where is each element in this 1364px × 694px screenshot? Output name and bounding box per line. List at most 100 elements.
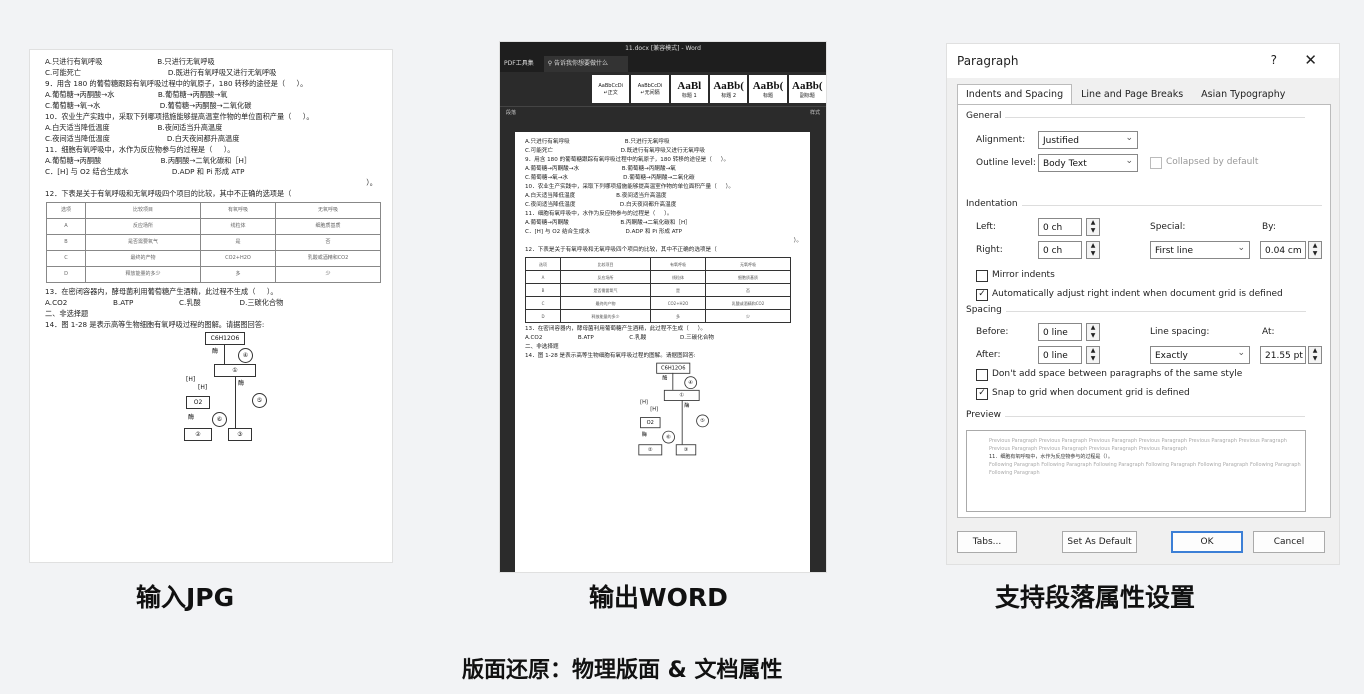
diagram-box-2: ② <box>638 444 663 456</box>
table-cell: 少 <box>275 266 381 283</box>
doc-line: C.葡萄糖→氧→水 D.葡萄糖→丙酮酸→二氧化碳 <box>45 101 252 110</box>
section-spacing: Spacing <box>966 305 1305 315</box>
doc-line: A.葡萄糖→丙酮酸→水 B.葡萄糖→丙酮酸→氧 <box>45 90 228 99</box>
ribbon-group-labels: 段落 样式 <box>500 107 826 119</box>
at-input[interactable]: 21.55 pt <box>1260 346 1306 364</box>
style-normal[interactable]: AaBbCcDi ↵正文 <box>592 75 630 103</box>
help-button[interactable]: ? <box>1271 53 1277 67</box>
style-name: 副标题 <box>799 92 815 99</box>
line-spacing-select[interactable]: Exactly <box>1150 344 1250 364</box>
word-title-bar: 11.docx [兼容模式] - Word <box>500 42 826 56</box>
table-cell: 比较项目 <box>560 257 651 271</box>
doc-line: A.白天适当降低温度 B.夜间适当升高温度 <box>525 193 667 199</box>
section-general: General <box>966 111 1311 121</box>
preview-previous: Previous Paragraph Previous Paragraph Pr… <box>989 438 1287 452</box>
tell-me-search[interactable]: ⚲ 告诉我你想要做什么 <box>543 56 629 72</box>
diagram-label-4: ④ <box>238 348 253 363</box>
left-indent-label: Left: <box>976 222 996 232</box>
set-default-button[interactable]: Set As Default <box>1062 531 1137 553</box>
after-input[interactable]: 0 line <box>1038 346 1082 364</box>
by-spinner[interactable]: ▲ ▼ <box>1308 241 1322 259</box>
preview-current: 11．细胞有氧呼吸中，水作为反应物参与的过程是（）。 <box>989 454 1113 460</box>
doc-line: C.可能死亡 D.既进行有氧呼吸又进行无氧呼吸 <box>525 148 706 154</box>
snap-to-grid-label: Snap to grid when document grid is defin… <box>992 388 1190 398</box>
tab-pdf-tools[interactable]: PDF工具集 <box>504 56 534 72</box>
style-title[interactable]: AaBb(标题 <box>749 75 787 103</box>
tabs-button[interactable]: Tabs... <box>957 531 1017 553</box>
close-icon[interactable]: ✕ <box>1304 51 1317 69</box>
table-cell: D <box>46 266 86 283</box>
doc-line: 14．图 1-28 是表示高等生物细胞有氧呼吸过程的图解。请据图回答: <box>525 353 696 359</box>
style-no-spacing[interactable]: AaBbCcDi ↵无间隔 <box>631 75 669 103</box>
diagram-label-4: ④ <box>684 376 698 390</box>
ok-button[interactable]: OK <box>1171 531 1243 553</box>
caption-output: 输出WORD <box>589 583 728 612</box>
collapsed-checkbox[interactable] <box>1150 157 1162 169</box>
doc-line: 9．用含 180 的葡萄糖跟踪有氧呼吸过程中的氧原子，180 转移的途径是（ ）… <box>525 157 730 163</box>
diagram-box-3: ③ <box>228 428 252 441</box>
table-cell: B <box>525 283 561 297</box>
before-input[interactable]: 0 line <box>1038 323 1082 341</box>
after-label: After: <box>976 350 1001 360</box>
table-cell: 少 <box>705 309 791 323</box>
diagram-o2-box: O2 <box>186 396 210 409</box>
table-cell: 释放能量的多少 <box>560 309 651 323</box>
dialog-title-bar: Paragraph ? ✕ <box>947 44 1339 78</box>
alignment-select[interactable]: Justified <box>1038 129 1138 149</box>
mirror-indents-label: Mirror indents <box>992 270 1055 280</box>
doc-line: A.葡萄糖→丙酮酸→水 B.葡萄糖→丙酮酸→氧 <box>525 166 676 172</box>
right-indent-label: Right: <box>976 245 1003 255</box>
doc-line: 10．农业生产实践中，采取下列哪项措施能够提高温室作物的单位面积产量（ ）。 <box>525 184 734 190</box>
doc-line: 13．在密闭容器内，酵母菌利用葡萄糖产生酒精，此过程不生成（ ）。 <box>45 287 278 296</box>
table-cell: D <box>525 309 561 323</box>
left-indent-spinner[interactable]: ▲ ▼ <box>1086 218 1100 236</box>
outline-level-select[interactable]: Body Text <box>1038 152 1138 172</box>
left-indent-input[interactable]: 0 ch <box>1038 218 1082 236</box>
tab-line-page-breaks[interactable]: Line and Page Breaks <box>1072 84 1192 105</box>
diagram-enzyme-label: 酶 <box>188 414 195 421</box>
style-heading-1[interactable]: AaBl 标题 1 <box>670 75 708 103</box>
line-spacing-label: Line spacing: <box>1150 327 1210 337</box>
doc-line: C.夜间适当降低温度 D.白天夜间都升高温度 <box>525 202 677 208</box>
caption-support: 支持段落属性设置 <box>995 583 1196 612</box>
table-cell: 乳酸或酒精和CO2 <box>705 296 791 310</box>
alignment-label: Alignment: <box>976 135 1026 145</box>
style-subtitle[interactable]: AaBb(副标题 <box>788 75 826 103</box>
auto-adjust-checkbox[interactable]: ✓ <box>976 289 988 301</box>
snap-to-grid-checkbox[interactable]: ✓ <box>976 388 988 400</box>
word-ribbon-tabs: PDF工具集 ⚲ 告诉我你想要做什么 <box>500 56 826 72</box>
style-heading-2[interactable]: AaBb(标题 2 <box>709 75 748 103</box>
after-spinner[interactable]: ▲ ▼ <box>1086 346 1100 364</box>
styles-gallery: AaBbCcDi ↵正文 AaBbCcDi ↵无间隔 AaBl 标题 1 AaBb(标… <box>500 72 826 107</box>
doc-line: A.只进行有氧呼吸 B.只进行无氧呼吸 <box>525 139 670 145</box>
style-preview: AaBb( <box>752 79 784 92</box>
doc-line: A.葡萄糖→丙酮酸 B.丙酮酸→二氧化碳和［H］ <box>525 220 691 226</box>
scanned-document: A.只进行有氧呼吸 B.只进行无氧呼吸 C.可能死亡 D.既进行有氧呼吸又进行无… <box>30 50 392 450</box>
table-cell: 多 <box>200 266 276 283</box>
before-spinner[interactable]: ▲ ▼ <box>1086 323 1100 341</box>
at-spinner[interactable]: ▲ ▼ <box>1308 346 1322 364</box>
group-styles-label: 样式 <box>809 110 820 116</box>
table-cell: 细胞质基质 <box>275 218 381 235</box>
doc-line: C.夜间适当降低温度 D.白天夜间都升高温度 <box>45 134 240 143</box>
doc-line-trail: ）。 <box>793 238 802 244</box>
mirror-indents-checkbox[interactable] <box>976 270 988 282</box>
tab-indents-spacing[interactable]: Indents and Spacing <box>957 84 1073 105</box>
table-cell: 有氧呼吸 <box>650 257 706 271</box>
doc-line: A.CO2 B.ATP C.乳酸 D.三碳化合物 <box>525 335 715 341</box>
right-indent-spinner[interactable]: ▲ ▼ <box>1086 241 1100 259</box>
right-indent-input[interactable]: 0 ch <box>1038 241 1082 259</box>
diagram-enzyme-label: 酶 <box>641 431 647 438</box>
dont-add-space-label: Don't add space between paragraphs of th… <box>992 369 1243 379</box>
by-input[interactable]: 0.04 cm <box>1260 241 1306 259</box>
table-cell: 选项 <box>46 202 86 219</box>
dont-add-space-checkbox[interactable] <box>976 369 988 381</box>
tab-asian-typography[interactable]: Asian Typography <box>1192 84 1294 105</box>
auto-adjust-label: Automatically adjust right indent when d… <box>992 289 1283 299</box>
doc-line: C.葡萄糖→氧→水 D.葡萄糖→丙酮酸→二氧化碳 <box>525 175 695 181</box>
doc-question-12: 12．下表是关于有氧呼吸和无氧呼吸四个项目的比较，其中不正确的选项是（ <box>45 189 292 198</box>
special-select[interactable]: First line <box>1150 239 1250 259</box>
cancel-button[interactable]: Cancel <box>1253 531 1325 553</box>
doc-line: 9．用含 180 的葡萄糖跟踪有氧呼吸过程中的氧原子，180 转移的途径是（ ）… <box>45 79 308 88</box>
word-document-body[interactable]: A.只进行有氧呼吸 B.只进行无氧呼吸 C.可能死亡 D.既进行有氧呼吸又进行无… <box>515 132 810 456</box>
